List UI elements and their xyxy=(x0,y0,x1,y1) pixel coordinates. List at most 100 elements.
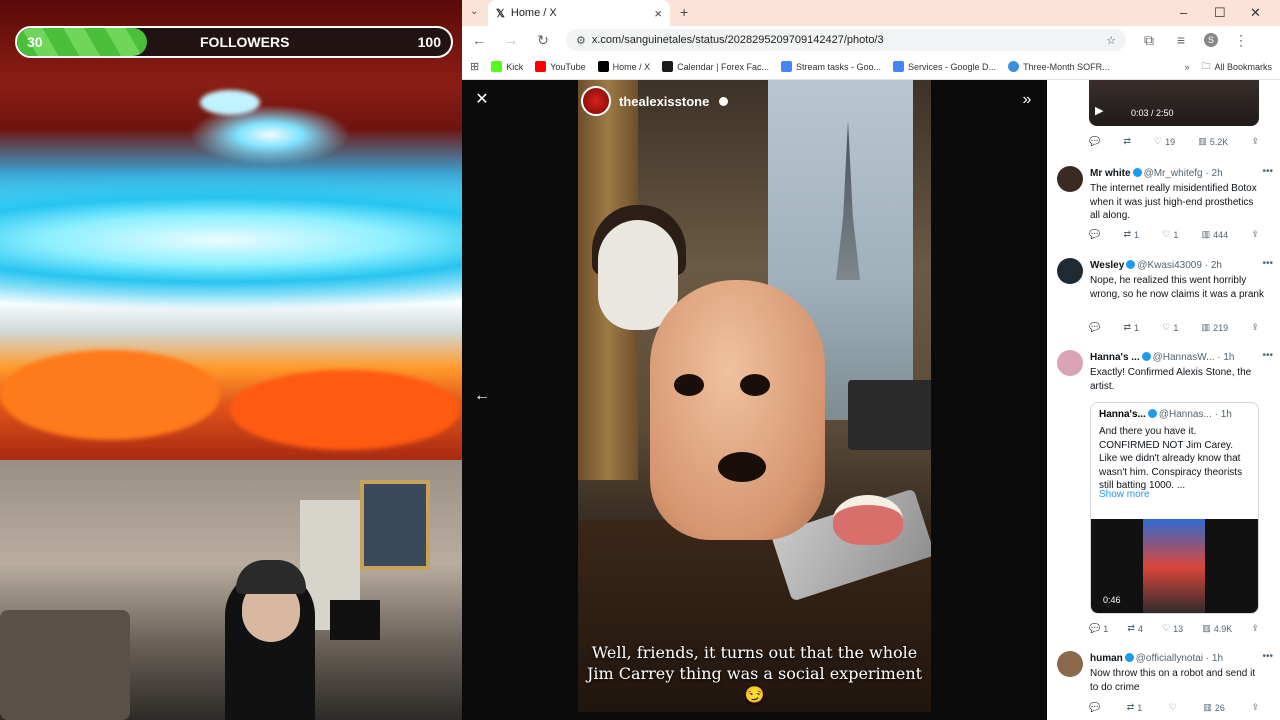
avatar[interactable] xyxy=(1057,258,1083,284)
handle: @officiallynotai xyxy=(1135,653,1204,664)
display-name[interactable]: Wesley xyxy=(1090,260,1124,271)
video-thumbnail xyxy=(1143,519,1205,613)
reply-icon[interactable]: 💬 xyxy=(1089,229,1100,240)
extensions-icon[interactable]: ⧉ xyxy=(1140,32,1158,49)
views-button[interactable]: ▥ 4.9K xyxy=(1202,623,1232,634)
makeup-palette xyxy=(848,380,931,450)
quote-video[interactable]: 0:46 xyxy=(1091,519,1258,613)
youtube-icon xyxy=(535,61,547,72)
reply-icon[interactable]: 💬 xyxy=(1089,702,1100,713)
back-icon[interactable]: ← xyxy=(470,32,488,48)
like-button[interactable]: ♡ xyxy=(1169,702,1177,713)
expand-replies-icon[interactable]: » xyxy=(1015,88,1039,112)
new-tab-button[interactable]: + xyxy=(680,4,688,20)
bookmark-home-x[interactable]: Home / X xyxy=(597,61,650,72)
followers-current: 30 xyxy=(27,34,43,50)
video-player[interactable]: ▶ 0:03 / 2:50 xyxy=(1089,80,1259,126)
show-more-link[interactable]: Show more xyxy=(1099,489,1150,500)
repost-button[interactable]: ⇄ 4 xyxy=(1127,623,1143,634)
reply-icon[interactable]: 💬 xyxy=(1089,322,1100,333)
maximize-icon[interactable]: ☐ xyxy=(1214,5,1226,21)
bookmark-star-icon[interactable]: ☆ xyxy=(1106,34,1116,47)
tweet-actions: 💬 ⇄ 1 ♡ 1 ▥ 219 ⇪ xyxy=(1089,322,1259,333)
share-icon[interactable]: ⇪ xyxy=(1251,322,1259,333)
headphones xyxy=(236,560,306,594)
followers-label: FOLLOWERS xyxy=(200,34,290,50)
video-time: 0:03 / 2:50 xyxy=(1131,108,1174,118)
forward-icon[interactable]: → xyxy=(502,32,520,48)
handle: @HannasW... xyxy=(1152,352,1215,363)
timestamp: 1h xyxy=(1211,653,1224,664)
apps-icon[interactable]: ⊞ xyxy=(470,60,479,73)
like-button[interactable]: ♡ 19 xyxy=(1154,136,1175,147)
quoted-tweet[interactable]: Hanna's... @Hannas... · 1h And there you … xyxy=(1090,402,1259,614)
verified-icon xyxy=(1132,168,1142,177)
tweet-actions: 💬 ⇄ 1 ♡ 1 ▥ 444 ⇪ xyxy=(1089,229,1259,240)
play-icon[interactable]: ▶ xyxy=(1095,104,1103,117)
avatar[interactable] xyxy=(1057,651,1083,677)
tab-home-x[interactable]: 𝕏 Home / X × xyxy=(488,0,670,26)
reply-icon[interactable]: 💬 xyxy=(1089,136,1100,147)
previous-photo-icon[interactable]: ← xyxy=(470,384,494,408)
game-capture: 30 FOLLOWERS 100 xyxy=(0,0,462,460)
views-button[interactable]: ▥ 219 xyxy=(1202,322,1229,333)
author-name: thealexisstone xyxy=(619,93,710,109)
reload-icon[interactable]: ↻ xyxy=(534,32,552,49)
browser-toolbar: ← → ↻ ⚙ x.com/sanguinetales/status/20282… xyxy=(462,26,1280,54)
repost-icon[interactable]: ⇄ xyxy=(1123,136,1131,147)
share-icon[interactable]: ⇪ xyxy=(1251,229,1259,240)
more-icon[interactable]: ••• xyxy=(1262,651,1273,662)
address-bar[interactable]: ⚙ x.com/sanguinetales/status/20282952097… xyxy=(566,29,1126,51)
repost-button[interactable]: ⇄ 1 xyxy=(1127,702,1143,713)
media-controls-icon[interactable]: ≡ xyxy=(1172,32,1190,48)
tweet-actions: 💬 1 ⇄ 4 ♡ 13 ▥ 4.9K ⇪ xyxy=(1089,623,1259,634)
more-bookmarks-icon[interactable]: » xyxy=(1184,62,1189,72)
repost-button[interactable]: ⇄ 1 xyxy=(1123,322,1139,333)
close-media-icon[interactable]: ✕ xyxy=(470,88,494,112)
bookmark-youtube[interactable]: YouTube xyxy=(535,61,586,72)
display-name[interactable]: human xyxy=(1090,653,1123,664)
bookmark-sofr[interactable]: Three-Month SOFR... xyxy=(1008,61,1110,72)
close-window-icon[interactable]: ✕ xyxy=(1250,5,1261,21)
more-icon[interactable]: ••• xyxy=(1262,350,1273,361)
share-icon[interactable]: ⇪ xyxy=(1251,702,1259,713)
bookmark-stream-tasks[interactable]: Stream tasks - Goo... xyxy=(781,61,881,72)
kick-icon xyxy=(491,61,503,72)
share-icon[interactable]: ⇪ xyxy=(1251,623,1259,634)
site-info-icon[interactable]: ⚙ xyxy=(576,34,586,47)
bookmark-calendar[interactable]: Calendar | Forex Fac... xyxy=(662,61,769,72)
verified-icon xyxy=(1141,352,1151,361)
bookmarks-bar: ⊞ Kick YouTube Home / X Calendar | Forex… xyxy=(462,54,1280,80)
avatar[interactable] xyxy=(1057,166,1083,192)
display-name[interactable]: Mr white xyxy=(1090,168,1131,179)
more-icon[interactable]: ••• xyxy=(1262,166,1273,177)
tab-search-icon[interactable]: ⌄ xyxy=(470,6,478,17)
followers-goal-bar: 30 FOLLOWERS 100 xyxy=(15,26,453,58)
close-tab-icon[interactable]: × xyxy=(654,6,662,21)
like-button[interactable]: ♡ 1 xyxy=(1162,322,1178,333)
menu-icon[interactable]: ⋮ xyxy=(1232,32,1250,49)
bookmark-services[interactable]: Services - Google D... xyxy=(893,61,996,72)
reply-button[interactable]: 💬 1 xyxy=(1089,623,1108,634)
fire-effect xyxy=(230,370,460,450)
share-icon[interactable]: ⇪ xyxy=(1251,136,1259,147)
forex-factory-icon xyxy=(662,61,674,72)
avatar[interactable] xyxy=(1057,350,1083,376)
views-button[interactable]: ▥ 26 xyxy=(1203,702,1225,713)
bookmark-kick[interactable]: Kick xyxy=(491,61,523,72)
more-icon[interactable]: ••• xyxy=(1262,258,1273,269)
all-bookmarks-button[interactable]: 🗀 All Bookmarks xyxy=(1201,59,1272,75)
dentures xyxy=(833,495,903,545)
verified-icon xyxy=(1126,260,1136,269)
minimize-icon[interactable]: – xyxy=(1180,5,1187,20)
repost-button[interactable]: ⇄ 1 xyxy=(1123,229,1139,240)
views-button[interactable]: ▥ 5.2K xyxy=(1198,136,1228,147)
like-button[interactable]: ♡ 13 xyxy=(1162,623,1183,634)
profile-avatar[interactable]: S xyxy=(1204,33,1218,47)
views-button[interactable]: ▥ 444 xyxy=(1202,229,1229,240)
verified-icon xyxy=(719,96,729,106)
display-name[interactable]: Hanna's ... xyxy=(1090,352,1140,363)
handle: @Mr_whitefg xyxy=(1143,168,1203,179)
like-button[interactable]: ♡ 1 xyxy=(1162,229,1178,240)
photo-author: thealexisstone xyxy=(581,86,730,116)
